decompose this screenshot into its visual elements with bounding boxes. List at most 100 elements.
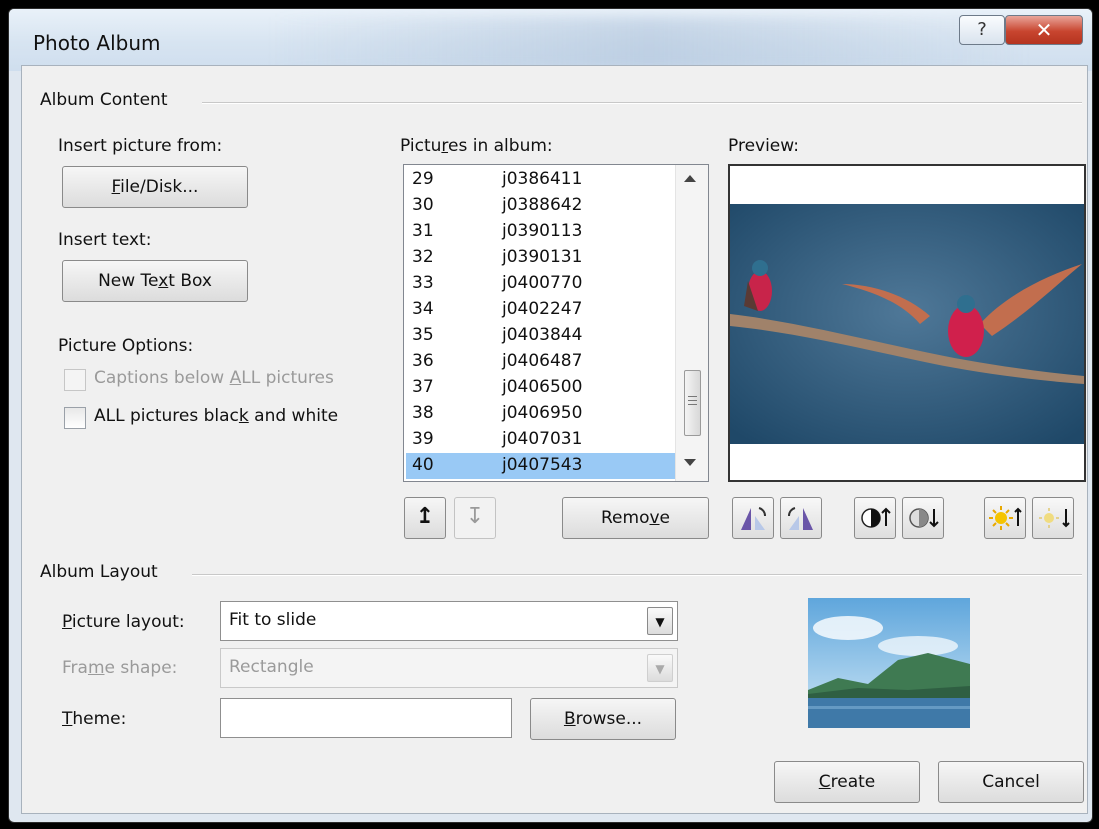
bw-label-post: and white — [248, 406, 339, 426]
contrast-decrease-icon — [909, 508, 939, 528]
browse-label-post: rowse... — [575, 709, 643, 729]
list-item[interactable]: 39 j0407031 — [406, 427, 675, 453]
move-down-icon: ↧ — [465, 504, 485, 529]
list-item[interactable]: 34 j0402247 — [406, 297, 675, 323]
picture-layout-value: Fit to slide — [229, 610, 317, 630]
captions-checkbox[interactable] — [64, 369, 86, 391]
picture-layout-label-key: P — [62, 612, 72, 632]
new-text-box-label-post: t Box — [168, 271, 212, 291]
list-item[interactable]: 37 j0406500 — [406, 375, 675, 401]
pictures-in-album-label: Pictures in album: — [400, 136, 553, 156]
black-and-white-checkbox[interactable] — [64, 407, 86, 429]
close-icon: ✕ — [1035, 18, 1053, 42]
picture-name: j0390131 — [502, 247, 583, 267]
preview-pane — [728, 164, 1086, 482]
album-layout-divider — [192, 574, 1082, 576]
new-text-box-label-key: x — [158, 271, 169, 291]
title-bar: Photo Album ? ✕ — [9, 9, 1092, 71]
remove-button[interactable]: Remove — [562, 497, 709, 539]
new-text-box-button[interactable]: New Text Box — [62, 260, 248, 302]
frame-shape-label-pre: Fra — [62, 658, 88, 678]
list-item[interactable]: 32 j0390131 — [406, 245, 675, 271]
frame-shape-label-key: m — [87, 658, 105, 678]
rotate-left-icon — [741, 507, 766, 530]
remove-label-post: e — [659, 508, 670, 528]
rotate-right-icon — [788, 507, 813, 530]
cancel-button[interactable]: Cancel — [938, 761, 1084, 803]
captions-label-key: A — [229, 368, 242, 388]
picture-number: 33 — [412, 273, 434, 293]
create-label-post: reate — [830, 772, 876, 792]
help-icon: ? — [977, 19, 987, 40]
preview-label: Preview: — [728, 136, 799, 156]
list-item[interactable]: 30 j0388642 — [406, 193, 675, 219]
list-item[interactable]: 38 j0406950 — [406, 401, 675, 427]
picture-number: 35 — [412, 325, 434, 345]
picture-layout-label-post: icture layout: — [71, 612, 185, 632]
list-item[interactable]: 31 j0390113 — [406, 219, 675, 245]
browse-button[interactable]: Browse... — [530, 698, 676, 740]
picture-name: j0406950 — [502, 403, 583, 423]
picture-number: 36 — [412, 351, 434, 371]
pictures-label-pre: Pictu — [400, 136, 442, 156]
create-label-key: C — [818, 772, 831, 792]
picture-options-label: Picture Options: — [58, 336, 194, 356]
list-item[interactable]: 35 j0403844 — [406, 323, 675, 349]
captions-label-pre: Captions below — [94, 368, 230, 388]
album-content-heading: Album Content — [40, 90, 168, 110]
theme-label-key: T — [62, 709, 73, 729]
list-item[interactable]: 33 j0400770 — [406, 271, 675, 297]
more-contrast-button[interactable] — [854, 497, 896, 539]
new-text-box-label-pre: New Te — [98, 271, 159, 291]
more-brightness-button[interactable] — [984, 497, 1026, 539]
theme-input[interactable] — [220, 698, 512, 738]
photo-album-dialog: Photo Album ? ✕ Album Content Insert pic… — [8, 8, 1093, 823]
file-disk-label-post: ile/Disk... — [120, 177, 199, 197]
list-item-selected[interactable]: 40 j0407543 — [406, 453, 675, 479]
cancel-label: Cancel — [982, 772, 1040, 792]
list-scrollbar[interactable] — [675, 165, 708, 481]
less-contrast-button[interactable] — [902, 497, 944, 539]
close-button[interactable]: ✕ — [1005, 15, 1083, 45]
pictures-listbox[interactable]: 29 j0386411 30 j0388642 31 j0390113 32 j0390… — [403, 164, 709, 482]
scroll-down-arrow-icon[interactable] — [684, 459, 696, 466]
rotate-left-button[interactable] — [732, 497, 774, 539]
dialog-body: Album Content Insert picture from: File/… — [21, 65, 1088, 814]
picture-number: 29 — [412, 169, 434, 189]
create-button[interactable]: Create — [774, 761, 920, 803]
picture-name: j0406500 — [502, 377, 583, 397]
grip-icon — [688, 396, 697, 397]
picture-number: 40 — [412, 455, 434, 475]
less-brightness-button[interactable] — [1032, 497, 1074, 539]
move-up-icon: ↥ — [415, 504, 435, 529]
frame-shape-label: Frame shape: — [62, 658, 177, 678]
captions-label-post: LL pictures — [241, 368, 334, 388]
list-item[interactable]: 36 j0406487 — [406, 349, 675, 375]
file-disk-button[interactable]: File/Disk... — [62, 166, 248, 208]
remove-label-pre: Remo — [601, 508, 650, 528]
picture-name: j0403844 — [502, 325, 583, 345]
theme-label: Theme: — [62, 709, 126, 729]
chevron-down-icon[interactable]: ▼ — [647, 607, 673, 635]
preview-image — [730, 204, 1084, 444]
album-layout-heading: Album Layout — [40, 562, 158, 582]
contrast-increase-icon — [861, 507, 891, 528]
picture-name: j0406487 — [502, 351, 583, 371]
move-up-button[interactable]: ↥ — [404, 497, 446, 539]
scroll-thumb[interactable] — [684, 370, 701, 436]
file-disk-label-key: F — [111, 177, 121, 197]
picture-number: 30 — [412, 195, 434, 215]
picture-name: j0388642 — [502, 195, 583, 215]
rotate-right-button[interactable] — [780, 497, 822, 539]
dialog-title: Photo Album — [33, 31, 161, 55]
move-down-button[interactable]: ↧ — [454, 497, 496, 539]
chevron-down-icon[interactable]: ▼ — [647, 654, 673, 682]
insert-picture-from-label: Insert picture from: — [58, 136, 223, 156]
picture-layout-dropdown[interactable]: Fit to slide ▼ — [220, 601, 678, 641]
bw-label-pre: ALL pictures blac — [94, 406, 239, 426]
frame-shape-dropdown[interactable]: Rectangle ▼ — [220, 648, 678, 688]
help-button[interactable]: ? — [959, 15, 1005, 45]
list-item[interactable]: 29 j0386411 — [406, 167, 675, 193]
scroll-up-arrow-icon[interactable] — [684, 175, 696, 182]
frame-shape-value: Rectangle — [229, 657, 314, 677]
